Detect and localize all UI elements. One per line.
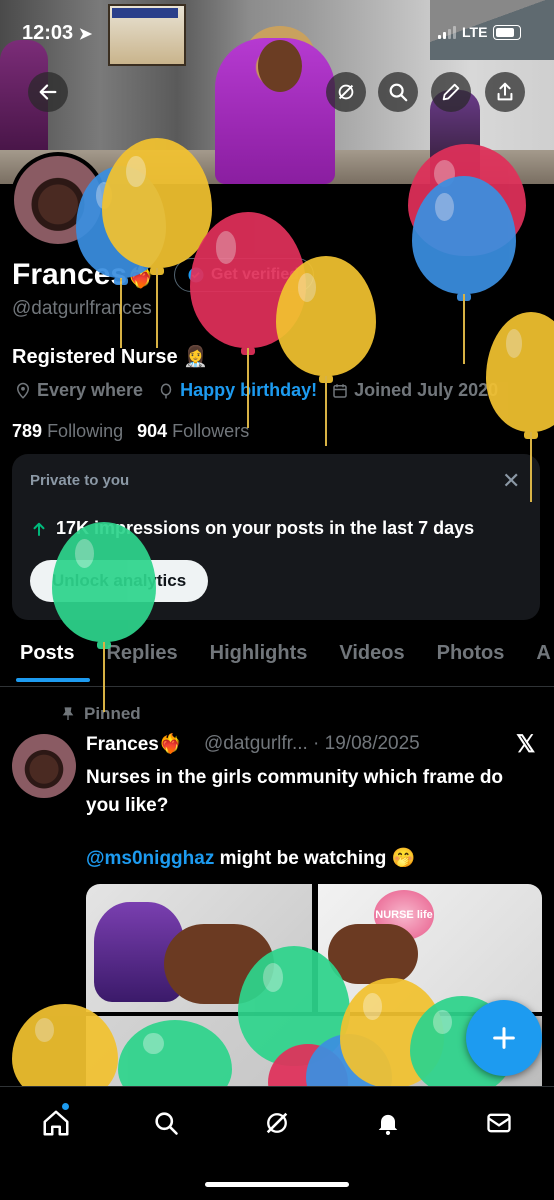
unlock-analytics-button[interactable]: Unlock analytics bbox=[30, 560, 209, 602]
post-author[interactable]: Frances❤️‍🔥 bbox=[86, 732, 183, 756]
joined-text: Joined July 2020 bbox=[354, 380, 499, 400]
profile-bio: Registered Nurse 👩‍⚕️ bbox=[12, 346, 209, 368]
share-icon bbox=[497, 82, 513, 101]
search-icon bbox=[389, 83, 408, 102]
profile-handle: @datgurlfrances bbox=[12, 298, 152, 319]
balloon-shine bbox=[434, 192, 454, 221]
balloon-yellow-3 bbox=[486, 312, 554, 502]
verified-badge-icon bbox=[188, 267, 204, 283]
mention-suffix: might be watching 🤭 bbox=[214, 848, 416, 869]
search-button[interactable] bbox=[378, 72, 418, 112]
profile-name: Frances❤️‍🔥 bbox=[12, 258, 154, 292]
search-icon bbox=[155, 1112, 178, 1135]
calendar-icon bbox=[333, 383, 347, 398]
grok-button[interactable] bbox=[326, 72, 366, 112]
balloon-string bbox=[156, 268, 158, 348]
tab-highlights[interactable]: Highlights bbox=[190, 636, 320, 686]
back-button[interactable] bbox=[28, 72, 68, 112]
joined-item: Joined July 2020 bbox=[331, 380, 498, 401]
balloon-shine bbox=[35, 1018, 55, 1042]
impressions-stat: 17K impressions on your posts in the las… bbox=[30, 518, 474, 539]
profile-tabs: Posts Replies Highlights Videos Photos A bbox=[0, 636, 554, 687]
nav-home[interactable] bbox=[38, 1105, 74, 1141]
home-notification-dot bbox=[62, 1103, 69, 1110]
get-verified-button[interactable]: Get verified bbox=[174, 258, 315, 292]
plus-icon bbox=[493, 1027, 515, 1049]
post-avatar[interactable] bbox=[12, 734, 76, 798]
following-link[interactable]: 789 Following bbox=[12, 421, 123, 442]
mail-icon bbox=[487, 1113, 511, 1133]
share-button[interactable] bbox=[485, 72, 525, 112]
location-arrow-icon: ➤ bbox=[78, 26, 93, 43]
post-handle-date: @datgurlfr... · 19/08/2025 bbox=[204, 733, 420, 754]
profile-avatar[interactable] bbox=[10, 152, 106, 248]
analytics-card: Private to you ✕ 17K impressions on your… bbox=[12, 454, 540, 620]
grok-icon bbox=[338, 84, 354, 100]
birthday-link[interactable]: Happy birthday! bbox=[180, 380, 317, 401]
nurse-badge-text: NURSE life bbox=[375, 909, 433, 921]
impressions-text: 17K impressions on your posts in the las… bbox=[56, 518, 475, 538]
hand-shape-2 bbox=[328, 924, 418, 984]
following-count: 789 bbox=[12, 421, 43, 441]
balloon-knot bbox=[524, 431, 538, 439]
balloon-icon bbox=[160, 383, 172, 398]
nav-search[interactable] bbox=[148, 1105, 184, 1141]
tab-posts[interactable]: Posts bbox=[0, 636, 91, 686]
profile-meta: Every where Happy birthday! Joined July … bbox=[14, 380, 498, 401]
home-icon bbox=[43, 1110, 69, 1136]
pinned-label: Pinned bbox=[84, 704, 141, 723]
nav-notifications[interactable] bbox=[370, 1105, 406, 1141]
followers-count: 904 bbox=[137, 421, 168, 441]
pinned-indicator: Pinned bbox=[60, 704, 141, 724]
profile-name-text: Frances bbox=[12, 258, 128, 291]
balloon-shine bbox=[505, 328, 522, 358]
balloon-blue-2 bbox=[412, 176, 516, 364]
balloon-string bbox=[463, 294, 465, 364]
analytics-card-title: Private to you bbox=[30, 472, 130, 489]
location-item: Every where bbox=[14, 380, 143, 401]
location-text: Every where bbox=[37, 380, 144, 400]
balloon-knot bbox=[457, 293, 471, 301]
pencil-icon bbox=[442, 83, 460, 101]
tab-videos[interactable]: Videos bbox=[319, 636, 416, 686]
tab-photos[interactable]: Photos bbox=[417, 636, 517, 686]
banner-face bbox=[258, 40, 302, 92]
bell-icon bbox=[378, 1114, 398, 1136]
status-time-text: 12:03 bbox=[22, 22, 74, 44]
following-label: Following bbox=[47, 421, 124, 441]
tab-replies[interactable]: Replies bbox=[86, 636, 189, 686]
post-image-1[interactable] bbox=[86, 884, 312, 1012]
followers-label: Followers bbox=[172, 421, 250, 441]
nav-grok[interactable] bbox=[259, 1105, 295, 1141]
nav-messages[interactable] bbox=[481, 1105, 517, 1141]
grok-icon bbox=[266, 1112, 288, 1134]
arrow-up-icon bbox=[33, 522, 45, 536]
close-icon[interactable]: ✕ bbox=[502, 468, 520, 494]
birthday-item[interactable]: Happy birthday! bbox=[157, 380, 317, 401]
get-verified-label: Get verified bbox=[211, 266, 300, 283]
compose-button[interactable] bbox=[466, 1000, 542, 1076]
banner-sign-strip bbox=[112, 8, 178, 18]
mention-link[interactable]: @ms0nigghaz bbox=[86, 848, 214, 869]
balloon-knot bbox=[241, 347, 255, 355]
battery-icon bbox=[493, 24, 522, 40]
network-label: LTE bbox=[462, 24, 488, 40]
pin-icon bbox=[62, 707, 74, 720]
hand-shape bbox=[164, 924, 274, 1004]
status-time: 12:03 ➤ bbox=[22, 22, 92, 45]
location-pin-icon bbox=[16, 382, 30, 399]
post-mention-line: @ms0nigghaz might be watching 🤭 bbox=[86, 846, 415, 870]
post-text: Nurses in the girls community which fram… bbox=[86, 767, 504, 816]
tab-articles[interactable]: A bbox=[516, 636, 554, 686]
edit-profile-button[interactable] bbox=[431, 72, 471, 112]
x-logo-icon[interactable]: 𝕏 bbox=[516, 730, 535, 759]
profile-name-emoji: ❤️‍🔥 bbox=[127, 264, 155, 289]
arrow-left-icon bbox=[39, 84, 57, 100]
follow-counts: 789 Following 904 Followers bbox=[12, 421, 249, 442]
home-indicator bbox=[205, 1182, 349, 1187]
status-indicators: LTE bbox=[438, 24, 522, 40]
followers-link[interactable]: 904 Followers bbox=[137, 421, 249, 442]
signal-icon bbox=[438, 25, 456, 39]
post-image-2[interactable]: NURSE life bbox=[318, 884, 542, 1012]
